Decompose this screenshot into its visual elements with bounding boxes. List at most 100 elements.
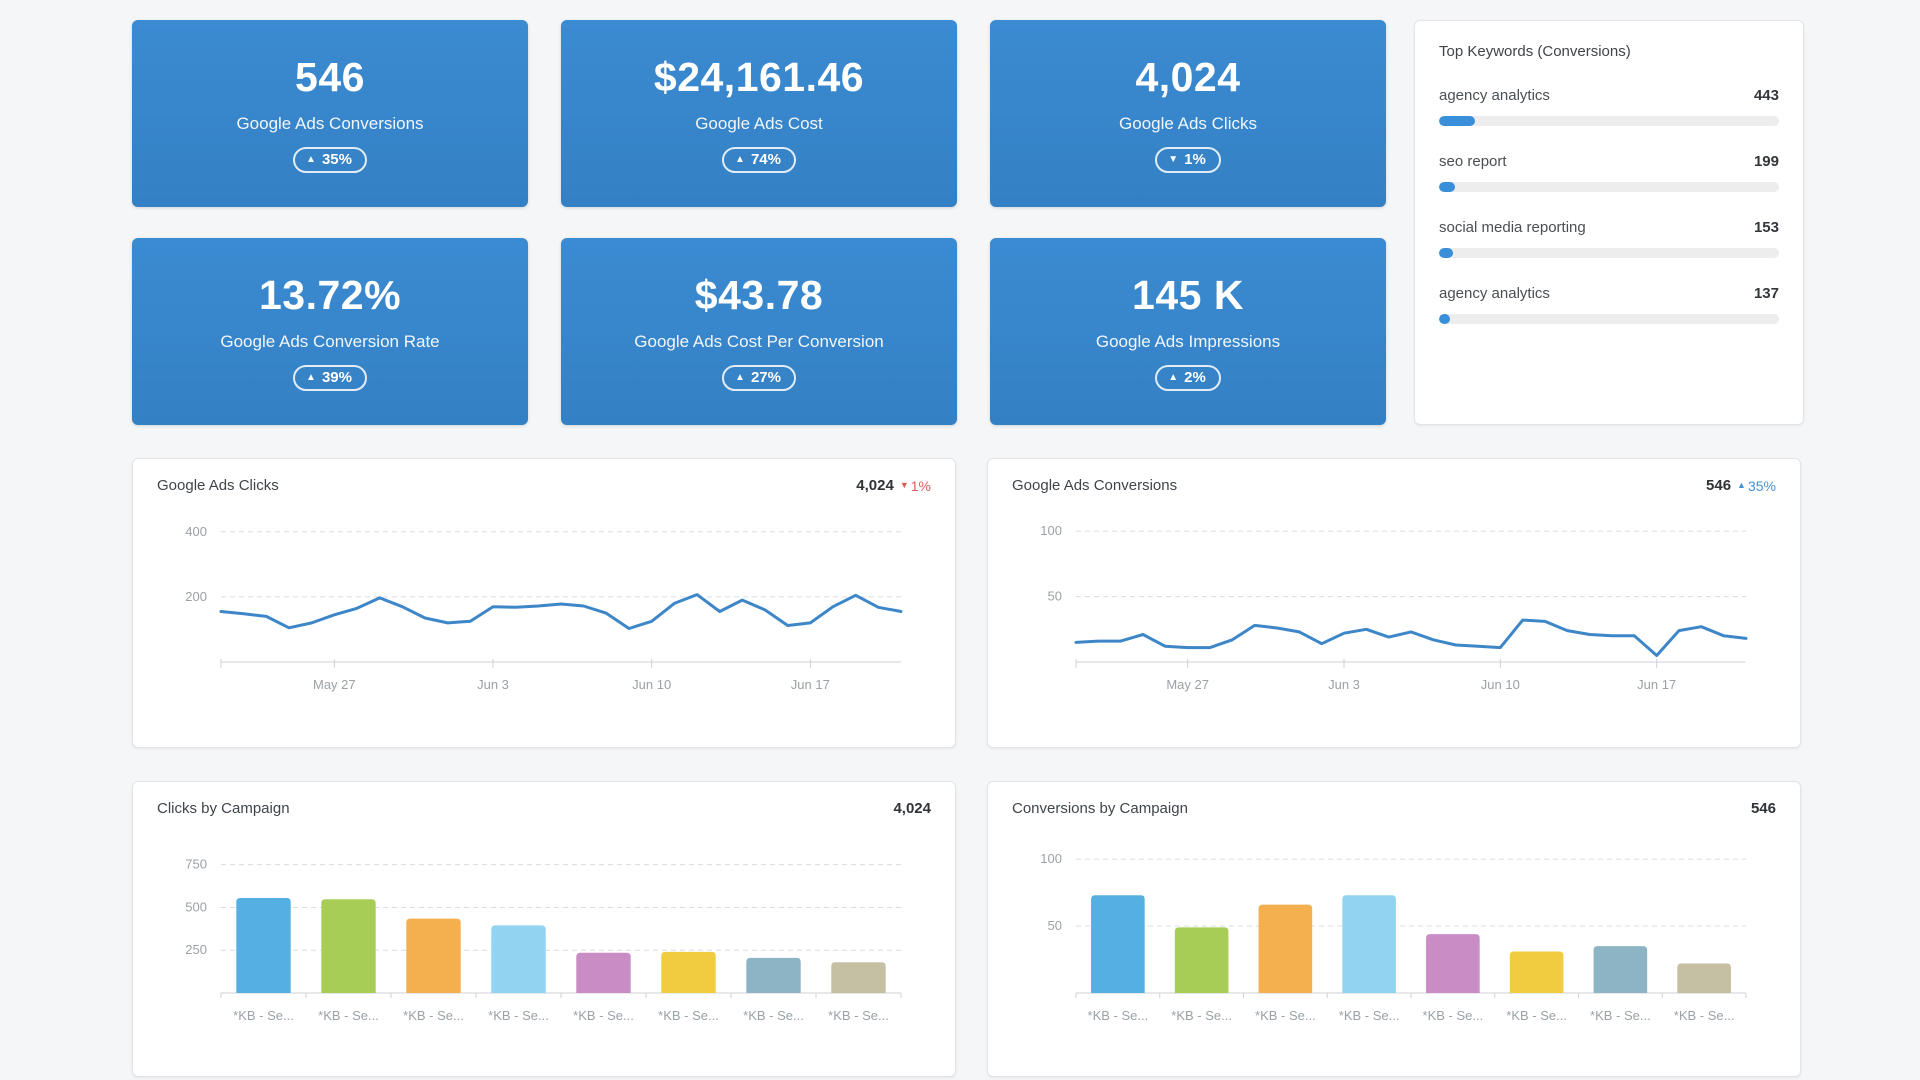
kpi-card-google-ads-impressions[interactable]: 145 K Google Ads Impressions ▲ 2% xyxy=(990,238,1386,425)
kpi-card-google-ads-cost-per-conversion[interactable]: $43.78 Google Ads Cost Per Conversion ▲ 27% xyxy=(561,238,957,425)
y-tick-label: 100 xyxy=(1040,523,1062,538)
kpi-label: Google Ads Cost Per Conversion xyxy=(634,332,883,352)
keyword-progress-fill xyxy=(1439,116,1475,126)
kpi-delta-badge: ▲ 27% xyxy=(722,365,796,391)
keyword-value: 199 xyxy=(1754,153,1779,170)
keyword-progress-track xyxy=(1439,248,1779,258)
kpi-label: Google Ads Conversion Rate xyxy=(220,332,439,352)
chart-title: Google Ads Clicks xyxy=(157,477,279,494)
chart-total-wrap: 4,024 xyxy=(893,800,931,817)
kpi-delta-badge: ▼1% xyxy=(1155,147,1221,173)
kpi-delta-badge: ▲ 2% xyxy=(1155,365,1221,391)
chart-delta: ▲35% xyxy=(1737,478,1776,494)
x-tick-label: May 27 xyxy=(313,677,356,692)
keyword-value: 137 xyxy=(1754,285,1779,302)
keyword-row: agency analytics 137 xyxy=(1439,285,1779,324)
bar-6 xyxy=(1510,951,1564,993)
kpi-delta-value: 39% xyxy=(322,369,352,386)
caret-up-icon: ▲ xyxy=(1168,373,1178,383)
bar-1 xyxy=(1091,895,1145,993)
keyword-line: agency analytics443 xyxy=(1439,87,1779,104)
kpi-card-google-ads-conversions[interactable]: 546 Google Ads Conversions ▲35% xyxy=(132,20,528,207)
bar-7 xyxy=(1594,946,1648,993)
keyword-label: social media reporting xyxy=(1439,219,1586,236)
chart-header: Clicks by Campaign4,024 xyxy=(157,800,931,817)
bar-8 xyxy=(1677,964,1731,993)
kpi-value: 4,024 xyxy=(1135,54,1240,101)
keyword-value: 443 xyxy=(1754,87,1779,104)
bar-chart-card-clicks-by-campaign: Clicks by Campaign4,024250500750*KB - Se… xyxy=(132,781,956,1077)
kpi-label: Google Ads Impressions xyxy=(1096,332,1280,352)
keyword-label: agency analytics xyxy=(1439,285,1550,302)
caret-up-icon: ▲ xyxy=(735,155,745,165)
kpi-value: $43.78 xyxy=(695,272,823,319)
bar-category-label: *KB - Se... xyxy=(1423,1008,1484,1023)
bar-chart-svg: 50100*KB - Se...*KB - Se...*KB - Se...*K… xyxy=(1012,823,1776,1055)
bar-2 xyxy=(321,899,375,993)
chart-total-value: 546 xyxy=(1706,477,1731,494)
kpi-value: 546 xyxy=(295,54,365,101)
bar-category-label: *KB - Se... xyxy=(1506,1008,1567,1023)
line-chart-card-google-ads-conversions: Google Ads Conversions546▲35%50100May 27… xyxy=(987,458,1801,748)
line-chart-svg: 50100May 27Jun 3Jun 10Jun 17 xyxy=(1012,500,1776,725)
kpi-label: Google Ads Conversions xyxy=(236,114,423,134)
line-chart-area: 200400May 27Jun 3Jun 10Jun 17 xyxy=(157,500,931,730)
kpi-label: Google Ads Clicks xyxy=(1119,114,1257,134)
bar-4 xyxy=(491,925,545,993)
bar-category-label: *KB - Se... xyxy=(488,1008,549,1023)
bar-4 xyxy=(1342,895,1396,993)
line-chart-area: 50100May 27Jun 3Jun 10Jun 17 xyxy=(1012,500,1776,730)
bar-category-label: *KB - Se... xyxy=(743,1008,804,1023)
caret-up-icon: ▲ xyxy=(306,373,316,383)
keyword-progress-track xyxy=(1439,116,1779,126)
x-tick-label: Jun 17 xyxy=(1637,677,1676,692)
y-tick-label: 500 xyxy=(185,899,207,914)
kpi-delta-badge: ▲35% xyxy=(293,147,367,173)
bar-chart-card-conversions-by-campaign: Conversions by Campaign54650100*KB - Se.… xyxy=(987,781,1801,1077)
chart-total-value: 4,024 xyxy=(893,800,931,817)
bar-6 xyxy=(661,952,715,993)
kpi-delta-badge: ▲74% xyxy=(722,147,796,173)
data-line xyxy=(221,595,901,629)
kpi-delta-value: 1% xyxy=(1184,151,1206,168)
keyword-row: agency analytics443 xyxy=(1439,87,1779,126)
kpi-delta-value: 27% xyxy=(751,369,781,386)
caret-up-icon: ▲ xyxy=(735,373,745,383)
kpi-card-google-ads-conversion-rate[interactable]: 13.72%Google Ads Conversion Rate▲39% xyxy=(132,238,528,425)
keywords-list: agency analytics443seo report199social m… xyxy=(1439,87,1779,324)
keyword-progress-fill xyxy=(1439,314,1450,324)
kpi-value: 145 K xyxy=(1132,272,1244,319)
chart-delta-value: 35% xyxy=(1748,478,1776,494)
chart-delta: ▼1% xyxy=(900,478,931,494)
chart-header: Google Ads Clicks4,024▼1% xyxy=(157,477,931,494)
x-tick-label: Jun 17 xyxy=(791,677,830,692)
keyword-progress-fill xyxy=(1439,248,1453,258)
chart-header: Conversions by Campaign 546 xyxy=(1012,800,1776,817)
bar-category-label: *KB - Se... xyxy=(403,1008,464,1023)
kpi-delta-badge: ▲ 39% xyxy=(293,365,367,391)
keyword-label: seo report xyxy=(1439,153,1507,170)
top-keywords-panel: Top Keywords (Conversions) agency analyt… xyxy=(1414,20,1804,425)
kpi-card-google-ads-clicks[interactable]: 4,024 Google Ads Clicks ▼1% xyxy=(990,20,1386,207)
bar-category-label: *KB - Se... xyxy=(573,1008,634,1023)
y-tick-label: 750 xyxy=(185,857,207,872)
kpi-delta-value: 2% xyxy=(1184,369,1206,386)
bar-category-label: *KB - Se... xyxy=(1088,1008,1149,1023)
bar-category-label: *KB - Se... xyxy=(1590,1008,1651,1023)
caret-up-icon: ▲ xyxy=(1737,481,1746,490)
bar-5 xyxy=(576,953,630,993)
bar-3 xyxy=(406,919,460,993)
bar-chart-area: 250500750*KB - Se...*KB - Se...*KB - Se.… xyxy=(157,823,931,1060)
chart-title: Conversions by Campaign xyxy=(1012,800,1188,817)
chart-total-wrap: 546 xyxy=(1751,800,1776,817)
chart-delta-value: 1% xyxy=(911,478,931,494)
bar-category-label: *KB - Se... xyxy=(1171,1008,1232,1023)
bar-1 xyxy=(236,898,290,993)
bar-8 xyxy=(831,962,885,993)
y-tick-label: 200 xyxy=(185,589,207,604)
kpi-card-google-ads-cost[interactable]: $24,161.46Google Ads Cost▲74% xyxy=(561,20,957,207)
caret-down-icon: ▼ xyxy=(900,481,909,490)
keyword-line: seo report 199 xyxy=(1439,153,1779,170)
bar-3 xyxy=(1259,905,1313,993)
bar-charts-row: Clicks by Campaign4,024250500750*KB - Se… xyxy=(132,781,1920,1077)
